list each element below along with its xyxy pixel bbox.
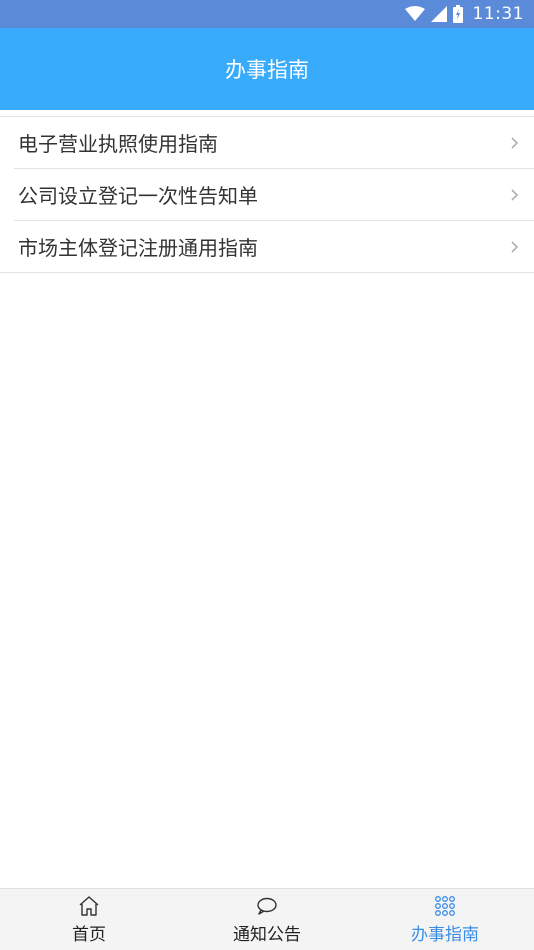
wifi-icon (404, 6, 425, 21)
tab-home[interactable]: 首页 (0, 889, 178, 950)
guide-item-electronic-license[interactable]: 电子营业执照使用指南 (14, 117, 534, 169)
battery-charging-icon (452, 5, 463, 23)
app-header: 办事指南 (0, 28, 534, 110)
guide-item-market-entity-registration[interactable]: 市场主体登记注册通用指南 (0, 221, 534, 273)
guide-item-label: 电子营业执照使用指南 (18, 132, 218, 156)
tab-label: 办事指南 (411, 925, 479, 945)
status-time: 11:31 (472, 4, 524, 24)
home-icon (79, 896, 99, 916)
guide-item-company-registration[interactable]: 公司设立登记一次性告知单 (14, 169, 534, 221)
tab-notices[interactable]: 通知公告 (178, 889, 356, 950)
chevron-right-icon (511, 136, 519, 149)
chevron-right-icon (511, 240, 519, 253)
guide-item-label: 公司设立登记一次性告知单 (18, 184, 258, 208)
chevron-right-icon (511, 188, 519, 201)
signal-icon (430, 6, 447, 22)
grid-dots-icon (435, 896, 455, 916)
bottom-tab-bar: 首页 通知公告 办事指南 (0, 888, 534, 950)
tab-label: 通知公告 (233, 925, 301, 945)
screen: 11:31 办事指南 电子营业执照使用指南 公司设立登记一次性告知单 市场主体登… (0, 0, 534, 950)
chat-bubble-icon (257, 897, 277, 915)
guide-list: 电子营业执照使用指南 公司设立登记一次性告知单 市场主体登记注册通用指南 (0, 116, 534, 273)
guide-item-label: 市场主体登记注册通用指南 (18, 236, 258, 260)
tab-label: 首页 (72, 925, 106, 945)
status-bar: 11:31 (0, 0, 534, 28)
tab-guide[interactable]: 办事指南 (356, 889, 534, 950)
page-title: 办事指南 (225, 58, 309, 82)
